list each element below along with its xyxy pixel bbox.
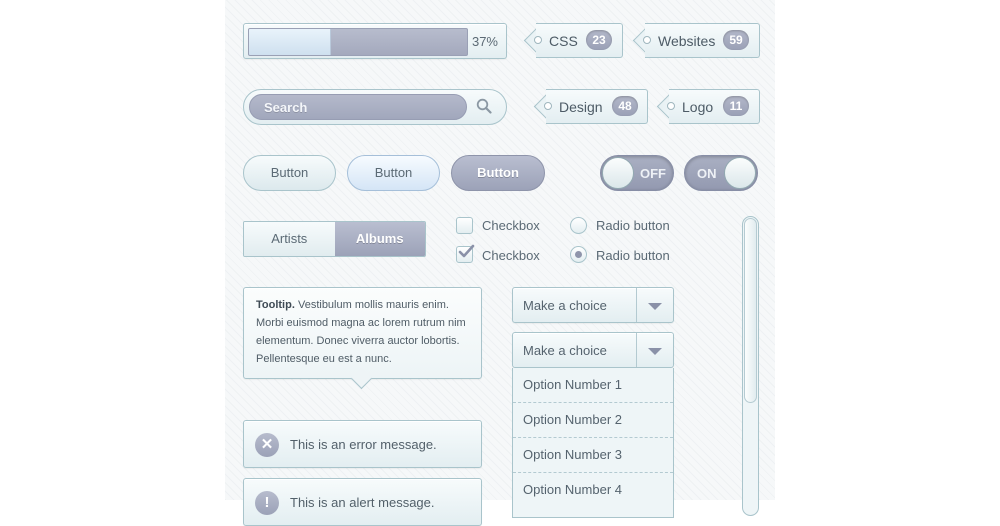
vertical-scrollbar[interactable]	[742, 216, 759, 516]
toggle-on[interactable]: ON	[684, 155, 758, 191]
select-dropdown[interactable]: Make a choice	[512, 287, 674, 323]
alert-message: ! This is an alert message.	[243, 478, 482, 526]
tag-count-badge: 11	[723, 96, 749, 116]
progress-bar: 37%	[243, 23, 507, 59]
checkbox-label: Checkbox	[482, 248, 540, 263]
radio-label: Radio button	[596, 218, 670, 233]
progress-percent: 37%	[471, 34, 498, 49]
toggle-off-label: OFF	[640, 166, 666, 181]
tooltip-title: Tooltip.	[256, 299, 295, 311]
search-icon[interactable]	[476, 98, 492, 119]
tooltip: Tooltip. Vestibulum mollis mauris enim. …	[243, 287, 482, 390]
checkbox-unchecked[interactable]	[456, 217, 473, 234]
button-dark[interactable]: Button	[451, 155, 545, 191]
radio-label: Radio button	[596, 248, 670, 263]
checkmark-icon	[458, 244, 475, 258]
tag-hole-icon	[544, 102, 552, 110]
tag-label: Design	[559, 99, 603, 115]
chevron-down-icon	[648, 303, 662, 310]
error-icon: ✕	[255, 433, 279, 457]
progress-fill	[249, 29, 331, 55]
tag-design[interactable]: Design 48	[533, 88, 648, 125]
select-option[interactable]: Option Number 2	[513, 403, 673, 438]
toggle-off[interactable]: OFF	[600, 155, 674, 191]
segmented-control: Artists Albums	[243, 221, 426, 257]
checkbox-label: Checkbox	[482, 218, 540, 233]
error-message-text: This is an error message.	[290, 437, 437, 452]
toggle-knob	[724, 157, 756, 189]
error-message: ✕ This is an error message.	[243, 420, 482, 468]
select-option[interactable]: Option Number 4	[513, 473, 673, 508]
tag-css[interactable]: CSS 23	[523, 22, 623, 59]
toggle-knob	[602, 157, 634, 189]
radio-selected[interactable]	[570, 246, 587, 263]
tag-hole-icon	[643, 36, 651, 44]
select-value: Make a choice	[523, 298, 607, 313]
tag-logo[interactable]: Logo 11	[656, 88, 760, 125]
radio-dot	[575, 251, 582, 258]
button-light[interactable]: Button	[243, 155, 336, 191]
scrollbar-thumb[interactable]	[744, 218, 757, 403]
alert-message-text: This is an alert message.	[290, 495, 435, 510]
tag-hole-icon	[667, 102, 675, 110]
segment-albums[interactable]: Albums	[334, 222, 425, 256]
tag-label: CSS	[549, 33, 578, 49]
select-value: Make a choice	[523, 343, 607, 358]
tag-count-badge: 59	[723, 30, 749, 50]
toggle-on-label: ON	[697, 166, 717, 181]
tag-label: Websites	[658, 33, 716, 49]
select-option[interactable]: Option Number 1	[513, 368, 673, 403]
tag-websites[interactable]: Websites 59	[632, 22, 760, 59]
progress-track	[248, 28, 468, 56]
select-option[interactable]: Option Number 3	[513, 438, 673, 473]
select-dropdown-open[interactable]: Make a choice	[512, 332, 674, 368]
tag-count-badge: 23	[586, 30, 612, 50]
radio-unselected[interactable]	[570, 217, 587, 234]
button-blue[interactable]: Button	[347, 155, 440, 191]
chevron-down-icon	[648, 348, 662, 355]
segment-artists[interactable]: Artists	[244, 222, 335, 256]
search-input[interactable]: Search	[249, 94, 467, 120]
checkbox-checked[interactable]	[456, 244, 475, 263]
tag-label: Logo	[682, 99, 714, 115]
search-box: Search	[243, 89, 507, 125]
select-options-list: Option Number 1 Option Number 2 Option N…	[512, 368, 674, 518]
alert-icon: !	[255, 491, 279, 515]
tag-count-badge: 48	[612, 96, 638, 116]
tag-hole-icon	[534, 36, 542, 44]
